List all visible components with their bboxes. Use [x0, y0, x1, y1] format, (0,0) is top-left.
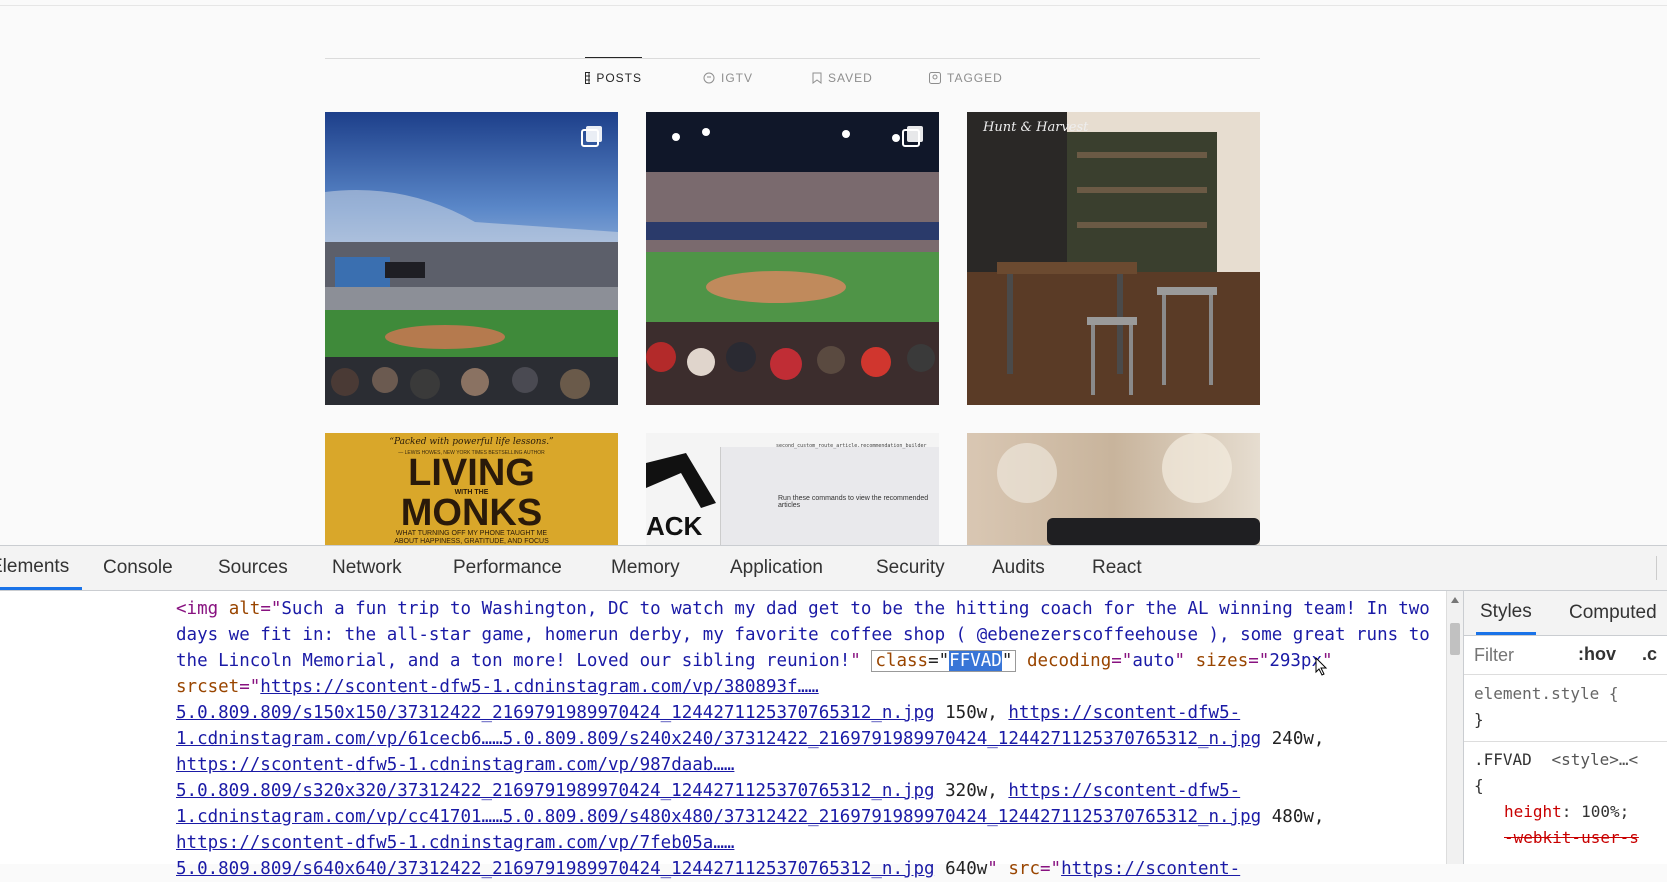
rule-divider [1464, 741, 1667, 742]
tab-posts-label: POSTS [596, 71, 642, 85]
class-attribute-editor[interactable]: class="FFVAD" [871, 650, 1017, 672]
logo-text: ACK [646, 511, 703, 541]
tab-igtv[interactable]: IGTV [703, 58, 753, 98]
post-thumbnail-stadium-night[interactable] [646, 112, 939, 405]
elements-dom-tree[interactable]: <img alt="Such a fun trip to Washington,… [0, 591, 1445, 879]
element-style-rule[interactable]: element.style { } [1474, 681, 1619, 733]
devtools-tab-performance[interactable]: Performance [453, 546, 562, 590]
devtools-tabbar: Elements Console Sources Network Perform… [0, 546, 1667, 591]
post-thumbnail-stadium-dusk[interactable] [325, 112, 618, 405]
code-line1: second_custom_route_article.recommendati… [776, 443, 927, 449]
devtools-tab-sources[interactable]: Sources [218, 546, 288, 590]
post-thumbnail-book[interactable]: “Packed with powerful life lessons.” — L… [325, 433, 618, 545]
stadium-photo [325, 112, 618, 405]
class-value-selection[interactable]: FFVAD [949, 651, 1002, 671]
devtools-tab-elements[interactable]: Elements [0, 546, 82, 590]
carousel-icon [581, 126, 602, 147]
post-thumbnail-code[interactable]: ACK second_custom_route_article.recommen… [646, 433, 939, 545]
igtv-icon [703, 72, 715, 84]
tab-tagged-label: TAGGED [947, 71, 1003, 85]
devtools-tab-audits[interactable]: Audits [992, 546, 1045, 590]
dom-tree-scrollbar[interactable] [1446, 591, 1463, 864]
book-title-line1: LIVING [408, 452, 535, 494]
tab-computed[interactable]: Computed [1569, 591, 1657, 635]
tab-saved[interactable]: SAVED [812, 58, 873, 98]
devtools-panel: Elements Console Sources Network Perform… [0, 545, 1667, 879]
src-link[interactable]: https://scontent- [1061, 859, 1240, 879]
styles-tabbar: Styles Computed [1464, 591, 1667, 636]
devtools-tab-security[interactable]: Security [876, 546, 945, 590]
scrollbar-thumb[interactable] [1450, 623, 1460, 655]
bookmark-icon [812, 72, 822, 84]
srcset-link-480b[interactable]: 37312422_2169791989970424_12442711253707… [724, 807, 1261, 827]
profile-tabs: POSTS IGTV SAVED TAGGED [325, 57, 1260, 98]
book-title-line2: MONKS [400, 492, 543, 534]
srcset-link-150b[interactable]: s150x150/37312422_2169791989970424_12442… [302, 703, 934, 723]
tabbar-divider [1656, 556, 1657, 580]
top-divider [0, 5, 1667, 6]
scroll-up-arrow-icon[interactable] [1451, 597, 1459, 603]
book-quote: “Packed with powerful life lessons.” [389, 437, 554, 447]
styles-sidebar: Styles Computed :hov .c element.style { … [1463, 591, 1667, 864]
devtools-tab-application[interactable]: Application [730, 546, 823, 590]
tab-styles[interactable]: Styles [1476, 591, 1536, 635]
tag-person-icon [929, 72, 941, 84]
post-thumbnail-laptop[interactable] [967, 433, 1260, 545]
carousel-icon [902, 126, 923, 147]
selected-node-html[interactable]: <img alt="Such a fun trip to Washington,… [176, 596, 1446, 882]
tab-tagged[interactable]: TAGGED [929, 58, 1003, 98]
post-thumbnail-cafe[interactable]: Hunt & Harvest [967, 112, 1260, 405]
stadium-photo [646, 112, 939, 405]
devtools-tab-react[interactable]: React [1092, 546, 1142, 590]
rule-source-link[interactable]: <style>…< [1551, 750, 1638, 769]
tab-saved-label: SAVED [828, 71, 873, 85]
srcset-link-240b[interactable]: vp/61cecb6……5.0.809.809/s240x240/3731242… [376, 729, 1261, 749]
laptop-photo [967, 433, 1260, 545]
grid-icon [585, 72, 591, 84]
tab-igtv-label: IGTV [721, 71, 754, 85]
cafe-photo [967, 112, 1260, 405]
code-line2: Run these commands to view the recommend… [778, 495, 929, 509]
tab-posts[interactable]: POSTS [585, 57, 642, 98]
cls-toggle[interactable]: .c [1642, 644, 1657, 665]
hov-toggle[interactable]: :hov [1578, 644, 1616, 665]
devtools-tab-console[interactable]: Console [103, 546, 173, 590]
styles-filter-bar: :hov .c [1464, 636, 1667, 675]
devtools-tab-network[interactable]: Network [332, 546, 402, 590]
srcset-link-320[interactable]: https://scontent- [176, 755, 355, 775]
book-subtitle-line1: WHAT TURNING OFF MY PHONE TAUGHT ME [395, 530, 548, 537]
srcset-link-640[interactable]: https://scontent-dfw5-1.cdninstagram.com… [176, 833, 640, 853]
cafe-sign: Hunt & Harvest [983, 120, 1089, 135]
book-subtitle-line2: ABOUT HAPPINESS, GRATITUDE, AND FOCUS [394, 538, 549, 545]
devtools-tab-memory[interactable]: Memory [611, 546, 680, 590]
styles-filter-input[interactable] [1472, 642, 1560, 668]
mouse-cursor-icon [1315, 657, 1328, 676]
ffvad-style-rule[interactable]: .FFVAD <style>…< { height: 100%; -webkit… [1474, 747, 1639, 851]
